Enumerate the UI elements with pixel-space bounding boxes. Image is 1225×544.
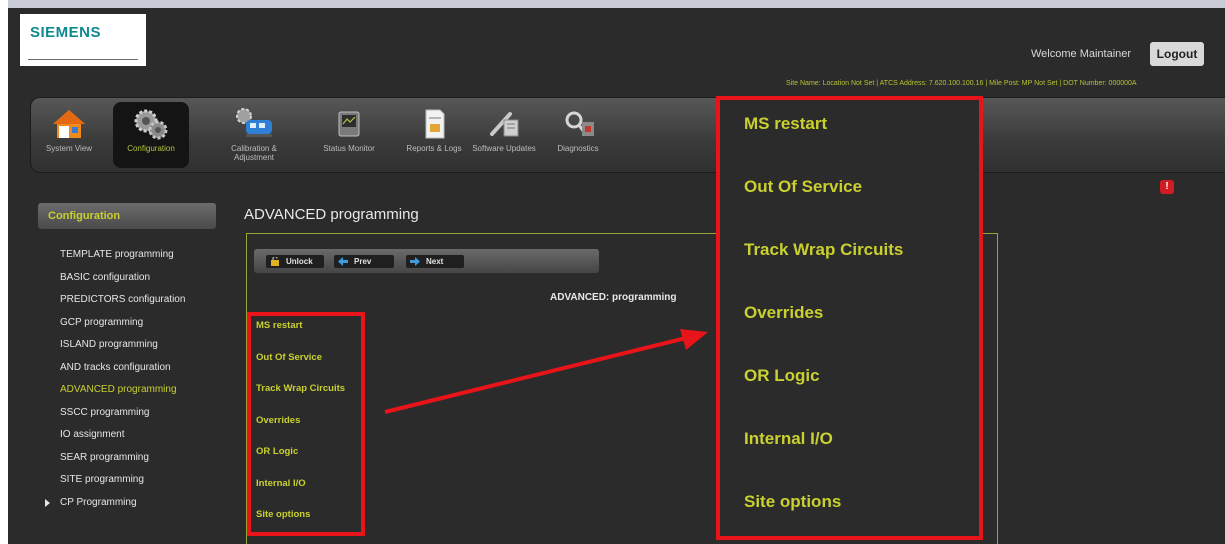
app-window: SIEMENS Welcome Maintainer Logout Site N… — [8, 0, 1225, 544]
zoom-link-internal-io[interactable]: Internal I/O — [744, 429, 903, 492]
zoom-links-list: MS restart Out Of Service Track Wrap Cir… — [744, 114, 903, 544]
zoom-link-track-wrap-circuits[interactable]: Track Wrap Circuits — [744, 240, 903, 303]
zoom-link-site-options[interactable]: Site options — [744, 492, 903, 544]
zoom-link-out-of-service[interactable]: Out Of Service — [744, 177, 903, 240]
zoom-link-ms-restart[interactable]: MS restart — [744, 114, 903, 177]
zoom-link-overrides[interactable]: Overrides — [744, 303, 903, 366]
zoom-callout-panel: MS restart Out Of Service Track Wrap Cir… — [716, 96, 983, 540]
zoom-link-or-logic[interactable]: OR Logic — [744, 366, 903, 429]
callout-arrow — [384, 329, 708, 414]
